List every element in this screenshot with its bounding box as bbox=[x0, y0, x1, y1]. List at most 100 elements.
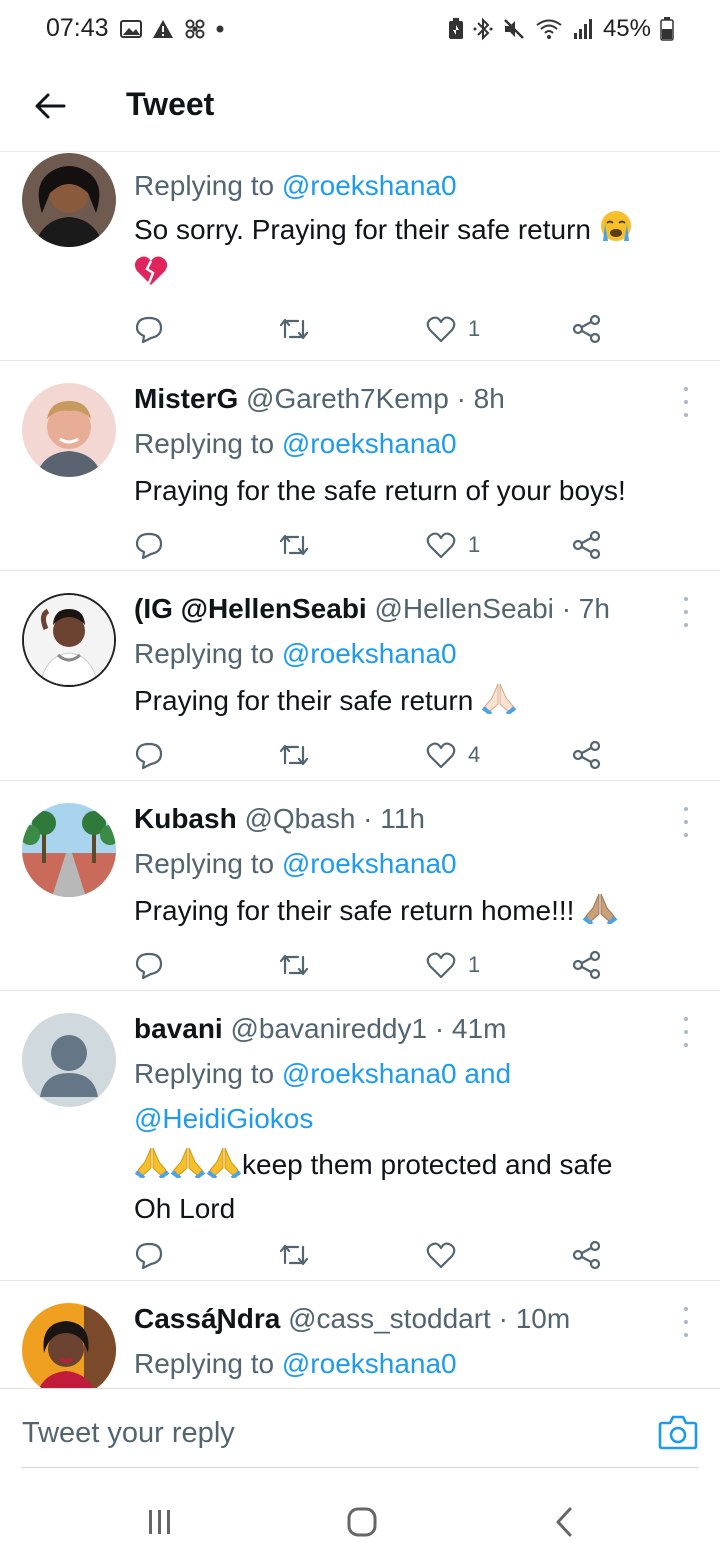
share-button[interactable] bbox=[572, 735, 602, 775]
heart-icon bbox=[426, 532, 456, 559]
retweet-button[interactable] bbox=[278, 735, 310, 775]
heart-icon bbox=[426, 316, 456, 343]
like-button[interactable]: 1 bbox=[426, 525, 480, 565]
camera-button[interactable] bbox=[658, 1413, 698, 1453]
more-options-button[interactable] bbox=[680, 807, 692, 837]
share-button[interactable] bbox=[572, 945, 602, 985]
handle[interactable]: @bavanireddy1 bbox=[230, 1013, 427, 1044]
avatar[interactable] bbox=[22, 1013, 116, 1107]
tweet-item[interactable]: Replying to @roekshana0 So sorry. Prayin… bbox=[0, 153, 720, 361]
battery-icon bbox=[660, 17, 674, 41]
folded-hands-icon bbox=[481, 682, 517, 725]
tweet-item[interactable]: CassáƝdra @cass_stoddart · 10m Replying … bbox=[0, 1281, 720, 1388]
dot-icon bbox=[216, 25, 224, 33]
tweet-header: bavani @bavanireddy1 · 41m bbox=[134, 1013, 507, 1044]
gallery-icon bbox=[120, 19, 142, 39]
recent-apps-button[interactable] bbox=[140, 1502, 180, 1542]
replying-to: Replying to @roekshana0 bbox=[134, 1348, 457, 1379]
like-button[interactable]: 1 bbox=[426, 945, 480, 985]
reply-button[interactable] bbox=[134, 735, 164, 775]
reply-to-link[interactable]: @roekshana0 bbox=[282, 170, 457, 201]
more-options-button[interactable] bbox=[680, 1307, 692, 1337]
handle[interactable]: @Gareth7Kemp bbox=[246, 383, 449, 414]
display-name[interactable]: MisterG bbox=[134, 383, 238, 414]
tweet-header: Kubash @Qbash · 11h bbox=[134, 803, 425, 834]
tweet-actions bbox=[134, 1235, 614, 1275]
display-name[interactable]: bavani bbox=[134, 1013, 223, 1044]
reply-icon bbox=[135, 1242, 163, 1270]
home-icon bbox=[347, 1507, 377, 1537]
more-options-button[interactable] bbox=[680, 597, 692, 627]
reply-button[interactable] bbox=[134, 309, 176, 349]
tweet-item[interactable]: bavani @bavanireddy1 · 41m Replying to @… bbox=[0, 991, 720, 1281]
status-time: 07:43 bbox=[46, 14, 109, 42]
retweet-button[interactable] bbox=[278, 945, 310, 985]
status-bar: 07:43 45% bbox=[0, 0, 720, 60]
header: Tweet bbox=[0, 62, 720, 152]
timestamp: 7h bbox=[578, 593, 610, 624]
reply-to-link[interactable]: @roekshana0 and bbox=[282, 1058, 511, 1089]
tweet-actions: 4 bbox=[134, 735, 614, 775]
share-icon bbox=[572, 950, 601, 980]
reply-button[interactable] bbox=[134, 525, 164, 565]
tweet-text: Praying for their safe return bbox=[134, 681, 690, 725]
tweet-item[interactable]: (IG @HellenSeabi @HellenSeabi · 7h Reply… bbox=[0, 571, 720, 781]
page-title: Tweet bbox=[126, 86, 215, 122]
handle[interactable]: @cass_stoddart bbox=[288, 1303, 491, 1334]
avatar[interactable] bbox=[22, 593, 116, 687]
share-button[interactable] bbox=[572, 1235, 602, 1275]
replying-to: Replying to @roekshana0 and @HeidiGiokos bbox=[134, 1058, 512, 1134]
reply-button[interactable] bbox=[134, 945, 164, 985]
retweet-icon bbox=[279, 534, 309, 556]
reply-to-link[interactable]: @roekshana0 bbox=[282, 428, 457, 459]
more-options-button[interactable] bbox=[680, 387, 692, 417]
system-back-button[interactable] bbox=[544, 1502, 584, 1542]
status-left-icons bbox=[120, 14, 224, 44]
reply-divider bbox=[22, 1467, 698, 1468]
reply-to-link[interactable]: @HeidiGiokos bbox=[134, 1103, 313, 1134]
home-button[interactable] bbox=[342, 1502, 382, 1542]
share-button[interactable] bbox=[572, 309, 602, 349]
tweet-item[interactable]: MisterG @Gareth7Kemp · 8h Replying to @r… bbox=[0, 361, 720, 571]
like-count: 4 bbox=[468, 742, 481, 767]
display-name[interactable]: CassáƝdra bbox=[134, 1303, 280, 1334]
reply-feed[interactable]: Replying to @roekshana0 So sorry. Prayin… bbox=[0, 153, 720, 1388]
handle[interactable]: @Qbash bbox=[244, 803, 355, 834]
reply-to-link[interactable]: @roekshana0 bbox=[282, 638, 457, 669]
reply-icon bbox=[135, 742, 163, 770]
replying-to: Replying to @roekshana0 bbox=[134, 428, 457, 459]
display-name[interactable]: Kubash bbox=[134, 803, 237, 834]
folded-hands-icon bbox=[582, 892, 618, 935]
retweet-icon bbox=[279, 318, 309, 340]
like-button[interactable]: 4 bbox=[426, 735, 480, 775]
share-button[interactable] bbox=[572, 525, 602, 565]
retweet-button[interactable] bbox=[278, 309, 322, 349]
avatar[interactable] bbox=[22, 383, 116, 477]
reply-to-link[interactable]: @roekshana0 bbox=[282, 848, 457, 879]
share-icon bbox=[572, 740, 601, 770]
avatar[interactable] bbox=[22, 153, 116, 247]
more-options-button[interactable] bbox=[680, 1017, 692, 1047]
back-button[interactable] bbox=[30, 86, 70, 126]
broken-heart-icon bbox=[134, 255, 168, 298]
reply-to-link[interactable]: @roekshana0 bbox=[282, 1348, 457, 1379]
alert-icon bbox=[152, 19, 174, 39]
tweet-header: (IG @HellenSeabi @HellenSeabi · 7h bbox=[134, 593, 610, 624]
retweet-button[interactable] bbox=[278, 1235, 310, 1275]
avatar[interactable] bbox=[22, 1303, 116, 1388]
retweet-button[interactable] bbox=[278, 525, 310, 565]
like-count: 1 bbox=[468, 952, 481, 977]
tweet-actions: 1 bbox=[134, 309, 614, 349]
fan-icon bbox=[184, 18, 206, 40]
reply-button[interactable] bbox=[134, 1235, 164, 1275]
folded-hands-icon bbox=[170, 1146, 206, 1189]
reply-input[interactable]: Tweet your reply bbox=[22, 1417, 235, 1450]
like-button[interactable] bbox=[426, 1235, 468, 1275]
handle[interactable]: @HellenSeabi bbox=[374, 593, 553, 624]
avatar[interactable] bbox=[22, 803, 116, 897]
tweet-item[interactable]: Kubash @Qbash · 11h Replying to @roeksha… bbox=[0, 781, 720, 991]
like-button[interactable]: 1 bbox=[426, 309, 480, 349]
tweet-text: keep them protected and safe Oh Lord bbox=[134, 1145, 690, 1229]
replying-to: Replying to @roekshana0 bbox=[134, 170, 457, 201]
display-name[interactable]: (IG @HellenSeabi bbox=[134, 593, 367, 624]
